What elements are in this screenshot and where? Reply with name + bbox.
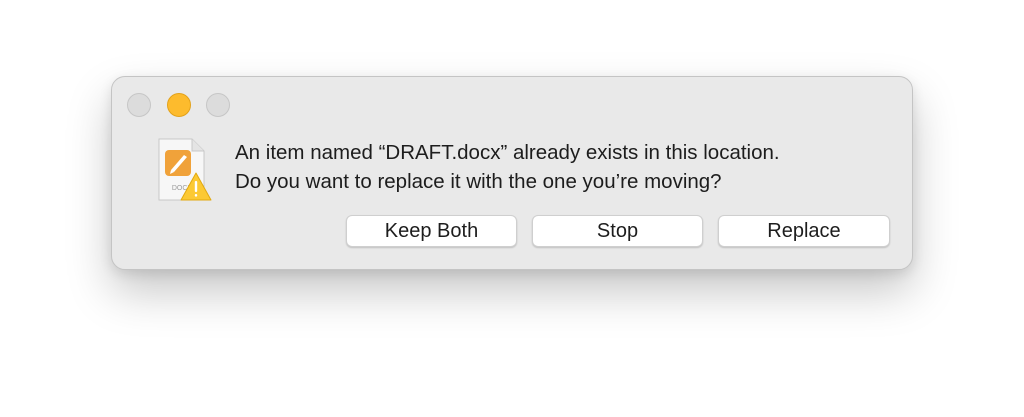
stop-button[interactable]: Stop [532, 215, 703, 247]
zoom-window-button[interactable] [206, 93, 230, 117]
message-line-1: An item named “DRAFT.docx” already exist… [235, 141, 780, 164]
replace-button[interactable]: Replace [718, 215, 890, 247]
replace-file-dialog: DOCX An item named “DRAFT.docx” already … [111, 76, 913, 270]
message-line-2: Do you want to replace it with the one y… [235, 170, 722, 193]
dialog-message: An item named “DRAFT.docx” already exist… [235, 138, 895, 196]
close-window-button[interactable] [127, 93, 151, 117]
document-warning-icon: DOCX [158, 138, 212, 201]
minimize-window-button[interactable] [167, 93, 191, 117]
keep-both-button[interactable]: Keep Both [346, 215, 517, 247]
desktop-background: DOCX An item named “DRAFT.docx” already … [0, 0, 1024, 417]
